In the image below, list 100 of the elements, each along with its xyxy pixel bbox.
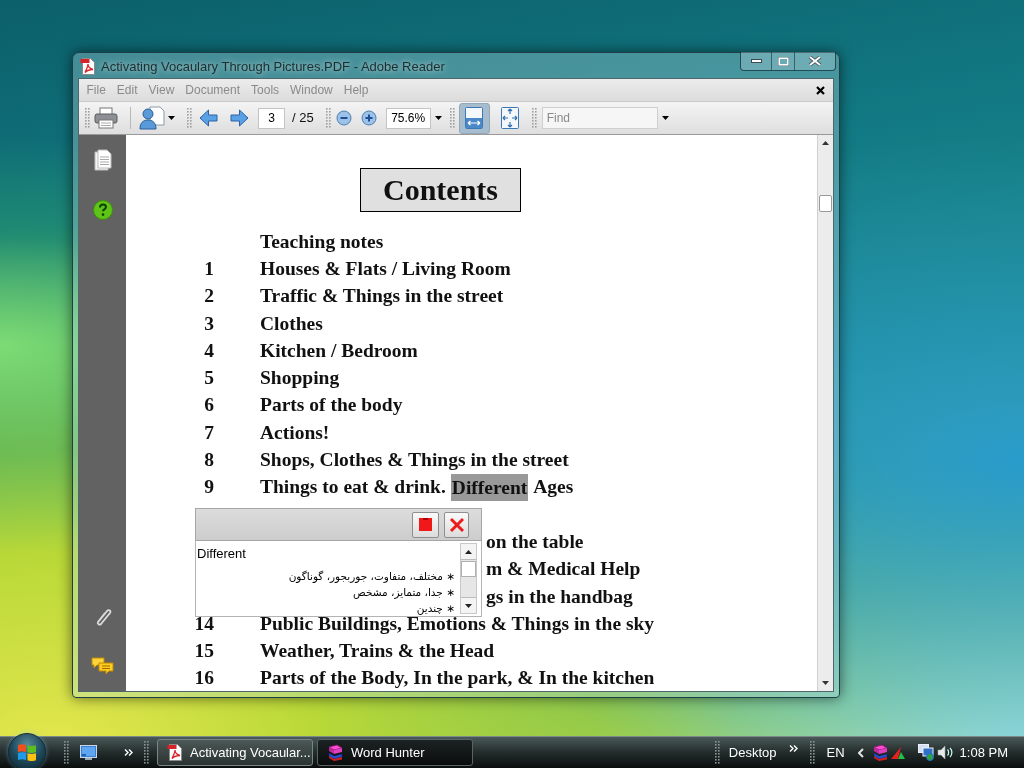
double-chevron-icon[interactable] bbox=[788, 745, 798, 752]
chapter-title: Things to eat & drink. bbox=[260, 479, 446, 496]
chapter-title: Public Buildings, Emotions & Things in the sky bbox=[260, 615, 655, 632]
stop-button[interactable] bbox=[412, 511, 439, 538]
maximize-button[interactable] bbox=[772, 52, 795, 70]
close-icon[interactable] bbox=[816, 85, 825, 95]
chapter-title: Shops, Clothes & Things in the street bbox=[260, 452, 569, 468]
zoom-out-icon[interactable] bbox=[335, 110, 352, 126]
minimize-button[interactable] bbox=[741, 52, 772, 70]
chapter-number: 9 bbox=[203, 479, 214, 496]
caret-up-icon[interactable] bbox=[465, 549, 472, 554]
chapter-number: 3 bbox=[203, 315, 214, 332]
chapter-title: Houses & Flats / Living Room bbox=[260, 260, 511, 277]
taskbar-button[interactable]: Word Hunter bbox=[317, 739, 473, 766]
zoom-field[interactable]: 75.6% bbox=[385, 107, 431, 129]
chapter-title: Actions! bbox=[260, 424, 330, 441]
fit-page-icon[interactable] bbox=[501, 107, 520, 129]
chapter-title: Weather, Trains & the Head bbox=[260, 643, 495, 660]
back-arrow-icon[interactable] bbox=[199, 109, 218, 127]
grip-icon bbox=[187, 107, 192, 129]
chapter-number: 7 bbox=[203, 424, 214, 441]
close-icon[interactable] bbox=[809, 56, 821, 66]
language-indicator[interactable]: EN bbox=[826, 742, 845, 763]
zoom-in-icon[interactable] bbox=[360, 110, 377, 126]
chapter-number: 4 bbox=[203, 342, 214, 359]
fit-width-button[interactable] bbox=[458, 102, 490, 134]
chapter-number: 16 bbox=[193, 670, 214, 687]
chapter-title: Kitchen / Bedroom bbox=[260, 342, 418, 359]
chapter-title: Ages bbox=[533, 479, 574, 496]
chapter-number: 8 bbox=[203, 452, 214, 468]
scroll-thumb[interactable] bbox=[461, 561, 476, 577]
forward-arrow-icon[interactable] bbox=[230, 109, 249, 127]
scroll-up-button[interactable] bbox=[461, 544, 476, 560]
selected-word: Different bbox=[450, 473, 529, 501]
meaning-line: ∗ مختلف، متفاوت، جوربجور، گوناگون bbox=[288, 569, 455, 584]
fit-width-icon[interactable] bbox=[465, 107, 484, 129]
grip-icon bbox=[325, 107, 331, 129]
chapter-title: Parts of the body bbox=[260, 397, 403, 414]
chapter-title: gs in the handbag bbox=[486, 588, 633, 605]
comments-icon[interactable] bbox=[91, 657, 114, 675]
popup-scrollbar[interactable] bbox=[460, 543, 477, 614]
clock[interactable]: 1:08 PM bbox=[959, 742, 1008, 763]
grip-icon bbox=[64, 740, 69, 765]
minimize-icon[interactable] bbox=[750, 59, 762, 63]
desktop-icon[interactable] bbox=[80, 745, 97, 760]
grip-icon bbox=[144, 740, 149, 765]
start-button[interactable] bbox=[8, 732, 46, 768]
pdf-file-icon bbox=[167, 744, 183, 761]
chapter-number: 14 bbox=[193, 615, 214, 632]
caret-down-icon[interactable] bbox=[822, 681, 829, 685]
chapter-number: 5 bbox=[203, 370, 214, 387]
toolbar-label[interactable]: Desktop bbox=[728, 742, 777, 763]
caret-icon[interactable] bbox=[168, 116, 175, 120]
caret-up-icon[interactable] bbox=[822, 141, 829, 145]
double-chevron-icon[interactable] bbox=[124, 749, 133, 756]
chapter-title: Shopping bbox=[260, 370, 340, 387]
contents-heading: Contents bbox=[360, 168, 521, 212]
person-document-icon[interactable] bbox=[139, 106, 165, 130]
page-number-field[interactable]: 3 bbox=[258, 107, 285, 129]
chevron-left-icon[interactable] bbox=[857, 747, 864, 758]
flag-icon[interactable] bbox=[17, 742, 37, 761]
meaning-line: ∗ جدا، متمایز، مشخص bbox=[353, 585, 455, 600]
grip-icon bbox=[531, 107, 537, 129]
chapter-title: Clothes bbox=[260, 315, 323, 332]
chapter-title: Parts of the Body, In the park, & In the kitchen bbox=[260, 670, 655, 687]
pdf-file-icon bbox=[80, 58, 96, 75]
window-title: Activating Vocaulary Through Pictures.PDF - Adobe Reader bbox=[101, 58, 445, 75]
chapter-number: 15 bbox=[193, 643, 214, 660]
page-count: / 25 bbox=[292, 109, 314, 128]
close-button[interactable] bbox=[444, 511, 469, 538]
scroll-thumb[interactable] bbox=[819, 195, 832, 212]
books-icon bbox=[327, 744, 344, 761]
grip-icon bbox=[85, 107, 90, 129]
looked-up-word: Different bbox=[197, 546, 247, 562]
volume-icon[interactable] bbox=[936, 745, 954, 760]
grip-icon bbox=[714, 740, 720, 765]
meaning-line: ∗ چندین bbox=[416, 601, 455, 616]
vertical-scrollbar[interactable] bbox=[817, 135, 833, 691]
caret-icon[interactable] bbox=[434, 116, 442, 120]
chapter-number: 2 bbox=[203, 288, 214, 305]
grip-icon bbox=[449, 107, 455, 129]
chapter-title: m & Medical Help bbox=[486, 561, 641, 578]
network-icon[interactable] bbox=[917, 744, 935, 761]
books-tray-icon[interactable] bbox=[871, 744, 889, 761]
chapter-title: Traffic & Things in the street bbox=[260, 288, 504, 305]
scroll-down-button[interactable] bbox=[461, 597, 476, 613]
taskbar-button[interactable]: Activating Vocaular... bbox=[157, 739, 313, 766]
grip-icon bbox=[809, 740, 815, 765]
print-icon[interactable] bbox=[94, 107, 118, 129]
chapter-number: 1 bbox=[203, 260, 214, 277]
caret-down-icon[interactable] bbox=[465, 603, 472, 608]
chapter-title: on the table bbox=[486, 533, 584, 550]
caret-icon[interactable] bbox=[661, 116, 669, 120]
triangle-tray-icon[interactable] bbox=[889, 745, 906, 760]
close-button[interactable] bbox=[795, 52, 835, 70]
pages-icon[interactable] bbox=[93, 149, 112, 171]
maximize-icon[interactable] bbox=[777, 56, 789, 66]
help-icon[interactable] bbox=[92, 200, 113, 220]
chapter-title: Teaching notes bbox=[260, 233, 384, 250]
find-field[interactable]: Find bbox=[541, 107, 658, 129]
